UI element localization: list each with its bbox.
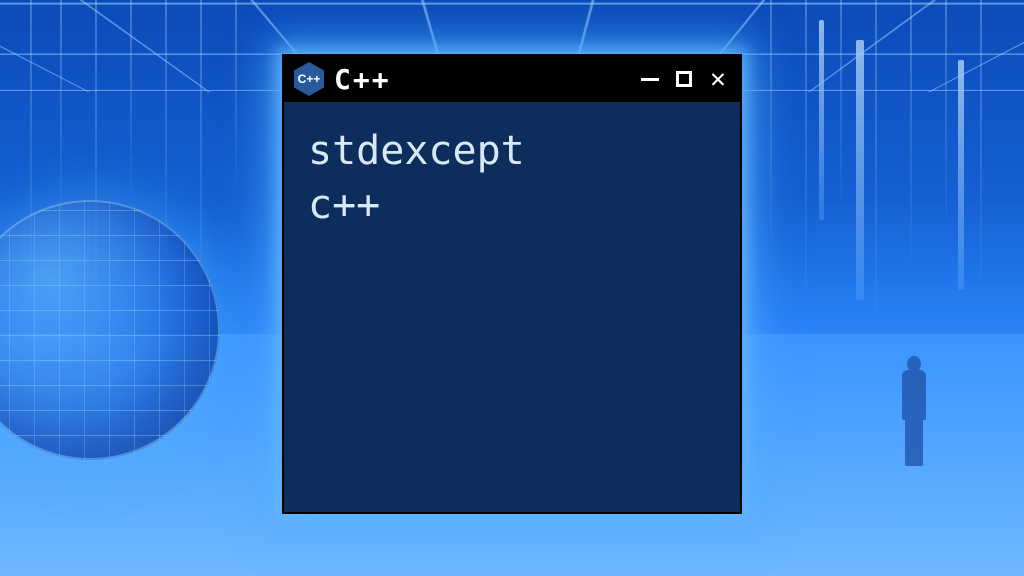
close-button[interactable]: ✕ xyxy=(706,67,730,91)
logo-text: C++ xyxy=(298,72,321,86)
minimize-icon xyxy=(641,78,659,81)
content-line-1: stdexcept xyxy=(308,124,716,178)
minimize-button[interactable] xyxy=(638,67,662,91)
terminal-content: stdexcept c++ xyxy=(284,102,740,254)
maximize-icon xyxy=(676,71,692,87)
content-line-2: c++ xyxy=(308,178,716,232)
person-silhouette-decoration xyxy=(894,356,934,466)
window-title: C++ xyxy=(334,63,628,96)
terminal-window: C++ C++ ✕ stdexcept c++ xyxy=(282,54,742,514)
maximize-button[interactable] xyxy=(672,67,696,91)
close-icon: ✕ xyxy=(710,66,726,92)
window-controls: ✕ xyxy=(638,67,730,91)
cpp-logo-icon: C++ xyxy=(294,62,324,96)
window-titlebar: C++ C++ ✕ xyxy=(284,56,740,102)
